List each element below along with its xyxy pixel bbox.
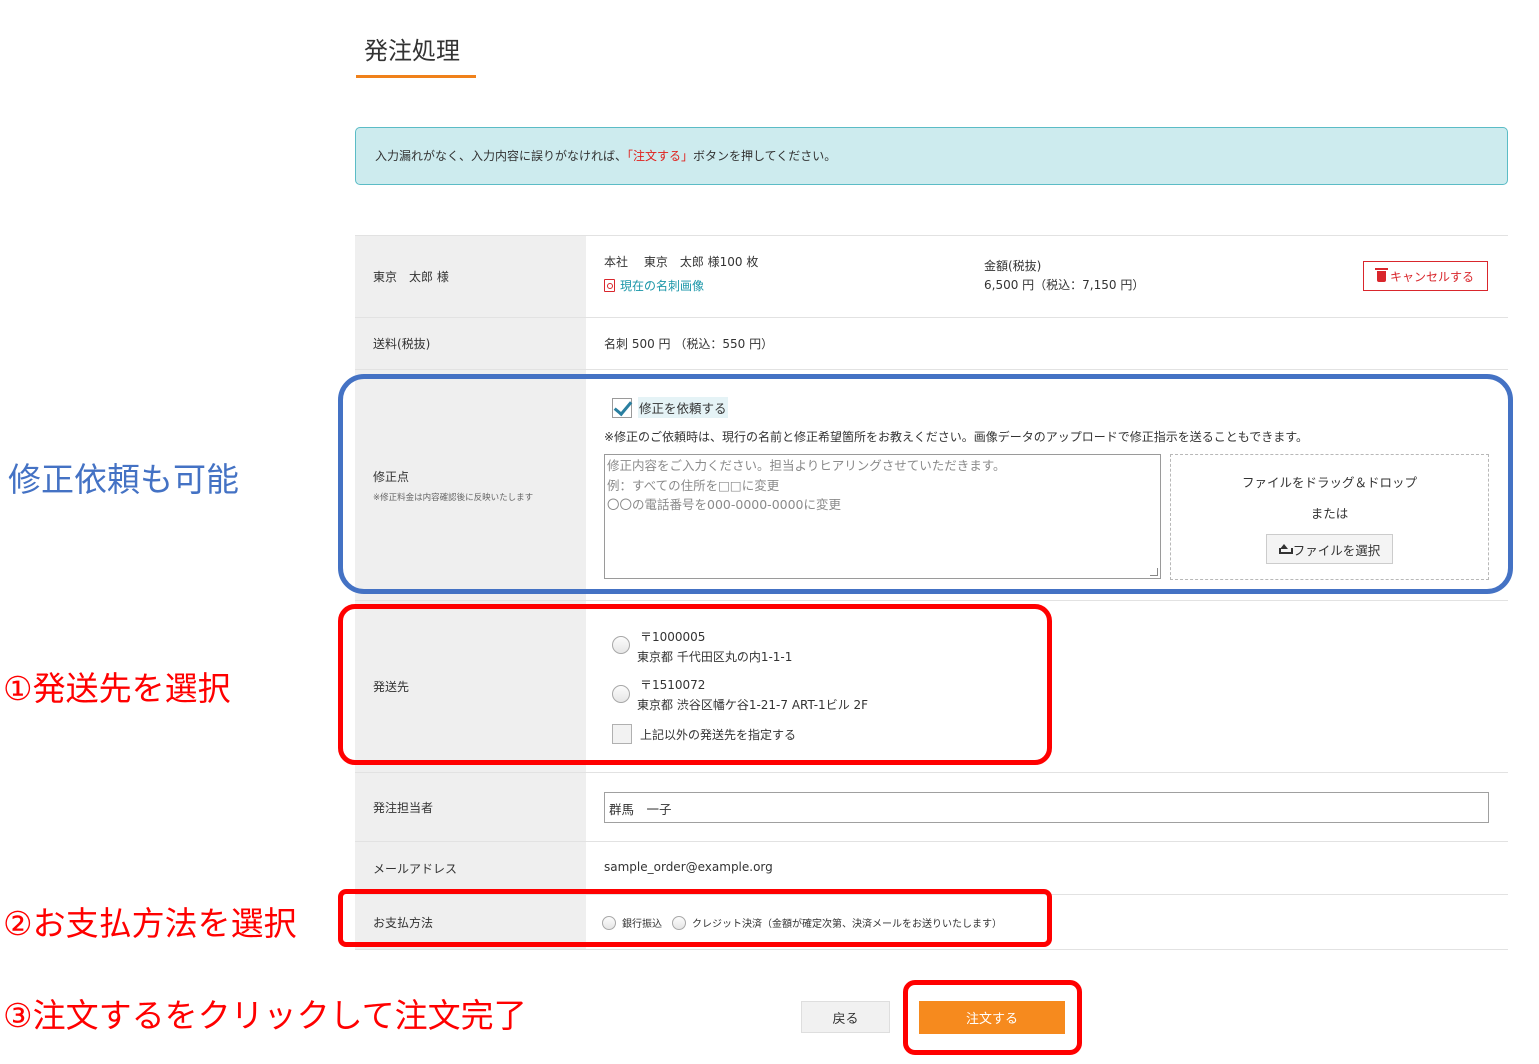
page-title: 発注処理 (356, 34, 476, 78)
trash-icon (1374, 267, 1388, 282)
shipping-fee-content: 名刺 500 円 （税込：550 円） (604, 318, 1508, 369)
shipping-fee-row: 送料(税抜) 名刺 500 円 （税込：550 円） (355, 317, 1508, 369)
other-destination-row[interactable]: 上記以外の発送先を指定する (612, 724, 796, 744)
correction-note: ※修正料金は内容確認後に反映いたします (373, 492, 534, 503)
other-destination-label: 上記以外の発送先を指定する (640, 727, 797, 742)
step3-annotation: ③注文するをクリックして注文完了 (3, 996, 527, 1035)
payment-option-bank: 銀行振込 (622, 919, 662, 930)
destination-content: 〒1000005 東京都 千代田区丸の内1-1-1 〒1510072 東京都 渋… (604, 601, 1508, 772)
orderer-row: 発注担当者 群馬 一子 (355, 772, 1508, 841)
item-description: 本社 東京 太郎 様100 枚 (604, 255, 759, 269)
notice-highlight: 「注文する」 (627, 149, 694, 163)
notice-box: 入力漏れがなく、入力内容に誤りがなければ、「注文する」ボタンを押してください。 (355, 127, 1508, 185)
step2-annotation: ②お支払方法を選択 (3, 904, 297, 943)
destination-postal: 〒1000005 (640, 630, 706, 644)
destination-postal: 〒1510072 (640, 678, 706, 692)
file-dropzone[interactable]: ファイルをドラッグ＆ドロップ または ファイルを選択 (1170, 454, 1489, 580)
dropzone-or: または (1310, 506, 1349, 521)
cancel-button[interactable]: キャンセルする (1363, 261, 1488, 291)
pdf-icon (604, 279, 615, 292)
correction-checkbox-row[interactable]: 修正を依頼する (612, 397, 728, 418)
correction-textarea[interactable]: 修正内容をご入力ください。担当よりヒアリングさせていただきます。 例：すべての住… (604, 454, 1161, 579)
email-content: sample_order@example.org (604, 842, 1508, 894)
payment-radio-bank[interactable] (602, 915, 616, 930)
correction-row: 修正点 ※修正料金は内容確認後に反映いたします 修正を依頼する ※修正のご依頼時… (355, 369, 1508, 600)
payment-row: お支払方法 銀行振込 クレジット決済（金額が確定次第、決済メールをお送りいたしま… (355, 894, 1508, 950)
notice-text: 入力漏れがなく、入力内容に誤りがなければ、 (375, 149, 628, 163)
email-label: メールアドレス (355, 842, 586, 894)
payment-option-credit: クレジット決済（金額が確定次第、決済メールをお送りいたします） (692, 919, 1002, 930)
cancel-button-label: キャンセルする (1389, 269, 1474, 284)
other-destination-checkbox[interactable] (612, 724, 632, 744)
payment-content: 銀行振込 クレジット決済（金額が確定次第、決済メールをお送りいたします） (602, 895, 1508, 949)
back-button[interactable]: 戻る (801, 1001, 890, 1033)
orderer-label: 発注担当者 (355, 773, 586, 841)
correction-checkbox[interactable] (612, 397, 632, 418)
payment-label: お支払方法 (355, 895, 586, 949)
email-value: sample_order@example.org (604, 860, 773, 874)
amount-label: 金額(税抜) (984, 259, 1042, 273)
dropzone-text: ファイルをドラッグ＆ドロップ (1241, 475, 1417, 490)
order-item-row: 東京 太郎 様 本社 東京 太郎 様100 枚 現在の名刺画像 金額(税抜) 6… (355, 235, 1508, 317)
correction-checkbox-label: 修正を依頼する (638, 397, 728, 418)
order-button[interactable]: 注文する (919, 1001, 1065, 1034)
shipping-fee-value: 名刺 500 円 （税込：550 円） (604, 337, 774, 351)
file-select-label: ファイルを選択 (1292, 542, 1381, 558)
correction-content: 修正を依頼する ※修正のご依頼時は、現行の名前と修正希望箇所をお教えください。画… (604, 370, 1508, 600)
step1-annotation: ①発送先を選択 (3, 669, 231, 708)
customer-label: 東京 太郎 様 (355, 236, 586, 317)
card-image-link[interactable]: 現在の名刺画像 (604, 277, 704, 294)
correction-label-cell: 修正点 ※修正料金は内容確認後に反映いたします (355, 370, 586, 600)
payment-radio-credit[interactable] (672, 915, 686, 930)
textarea-placeholder: 修正内容をご入力ください。担当よりヒアリングさせていただきます。 例：すべての住… (607, 458, 1006, 512)
email-row: メールアドレス sample_order@example.org (355, 841, 1508, 894)
correction-instruction: ※修正のご依頼時は、現行の名前と修正希望箇所をお教えください。画像データのアップ… (604, 430, 1309, 444)
upload-icon (1278, 544, 1293, 554)
destination-address: 東京都 千代田区丸の内1-1-1 (637, 650, 793, 664)
amount-value: 6,500 円（税込：7,150 円） (984, 278, 1145, 292)
destination-address: 東京都 渋谷区幡ケ谷1-21-7 ART-1ビル 2F (637, 698, 869, 712)
card-image-link-text: 現在の名刺画像 (620, 279, 705, 293)
destination-radio[interactable] (612, 636, 630, 654)
orderer-input[interactable]: 群馬 一子 (604, 792, 1489, 823)
destination-row: 発送先 〒1000005 東京都 千代田区丸の内1-1-1 〒1510072 東… (355, 600, 1508, 772)
destination-radio[interactable] (612, 685, 630, 703)
correction-annotation: 修正依頼も可能 (8, 460, 239, 499)
correction-label: 修正点 (373, 469, 410, 484)
resize-grip-icon[interactable] (1150, 568, 1158, 576)
file-select-button[interactable]: ファイルを選択 (1266, 534, 1393, 564)
notice-text-end: ボタンを押してください。 (693, 149, 837, 163)
order-item-content: 本社 東京 太郎 様100 枚 現在の名刺画像 金額(税抜) 6,500 円（税… (604, 236, 1508, 317)
payment-options: 銀行振込 クレジット決済（金額が確定次第、決済メールをお送りいたします） (602, 915, 1002, 930)
destination-label: 発送先 (355, 601, 586, 772)
shipping-fee-label: 送料(税抜) (355, 318, 586, 369)
orderer-content: 群馬 一子 (604, 773, 1508, 841)
